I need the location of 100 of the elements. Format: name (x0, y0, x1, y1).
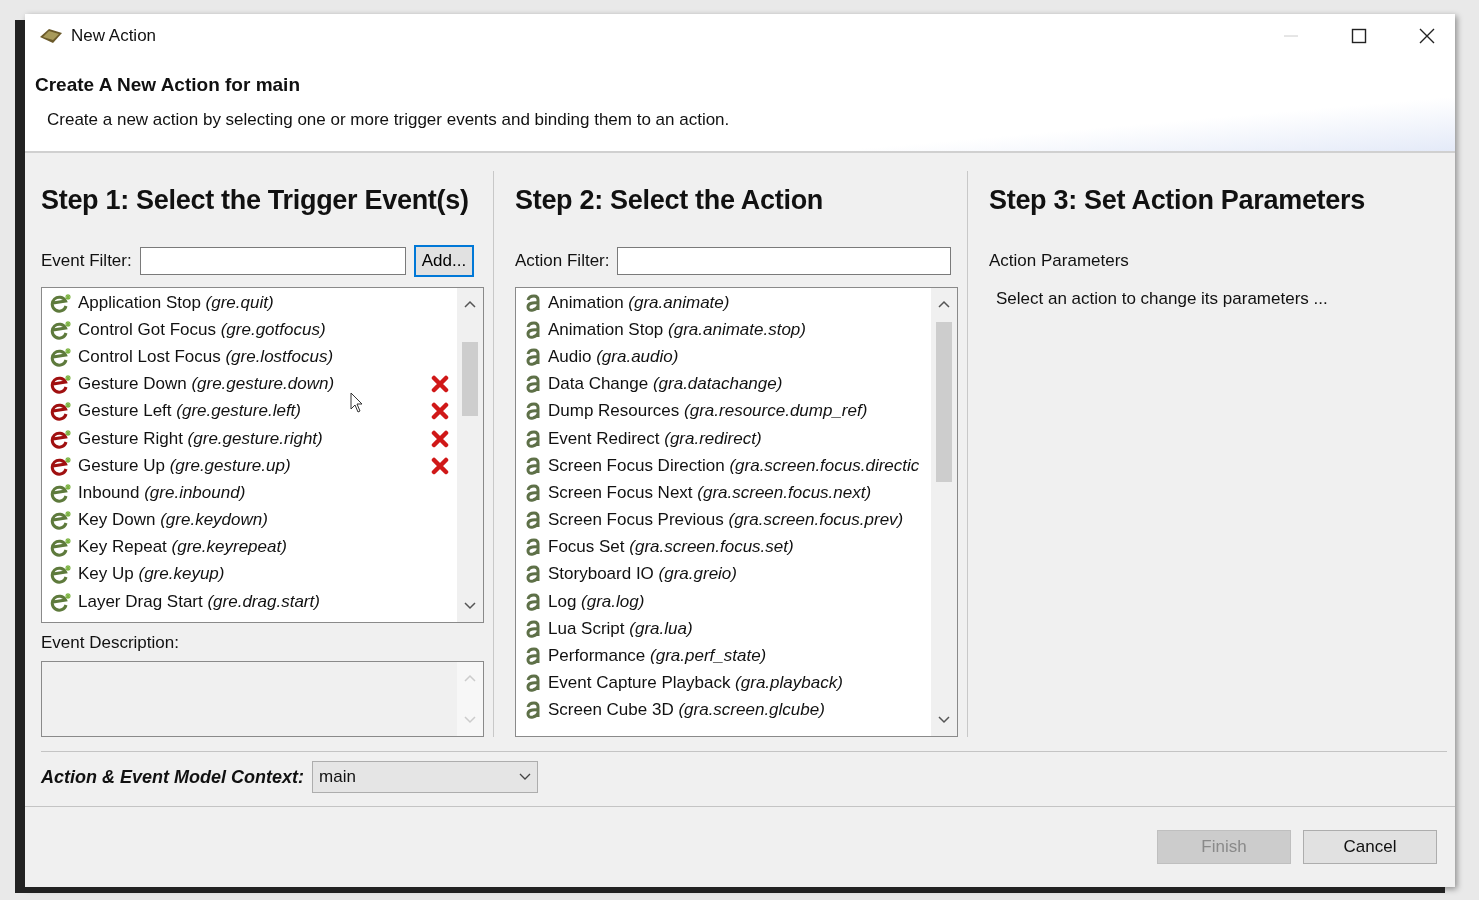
action-icon (524, 347, 542, 366)
event-name: Gesture Down (gre.gesture.down) (78, 374, 335, 395)
event-name: Gesture Up (gre.gesture.up) (78, 455, 291, 476)
action-name: Screen Cube 3D (gra.screen.glcube) (548, 700, 825, 721)
event-name: Application Stop (gre.quit) (78, 292, 274, 313)
step-heading: Step 2: Select the Action (515, 185, 825, 217)
action-item[interactable]: Focus Set (gra.screen.focus.set) (524, 533, 931, 561)
event-filter-field[interactable] (139, 247, 406, 275)
action-icon (524, 483, 542, 502)
event-item[interactable]: Control Got Focus (gre.gotfocus) (50, 316, 457, 344)
hint-text: Select an action to change its parameters ... (996, 289, 1329, 309)
remove-icon[interactable] (431, 429, 449, 448)
action-name: Audio (gra.audio) (548, 346, 679, 367)
section-label: Action Parameters (989, 251, 1130, 271)
action-item[interactable]: Screen Focus Previous (gra.screen.focus.prev) (524, 506, 931, 534)
event-name: Inbound (gre.inbound) (78, 482, 246, 503)
event-name: Gesture Left (gre.gesture.left) (78, 401, 301, 422)
action-icon (524, 293, 542, 312)
action-name: Data Change (gra.datachange) (548, 374, 783, 395)
remove-icon[interactable] (431, 402, 449, 421)
event-item[interactable]: Gesture Right (gre.gesture.right) (50, 424, 457, 453)
context-label: Action & Event Model Context: (41, 766, 304, 788)
chevron-down-icon (519, 773, 531, 781)
event-name: Gesture Right (gre.gesture.right) (78, 428, 323, 449)
action-name: Lua Script (gra.lua) (548, 618, 693, 639)
event-name: Control Lost Focus (gre.lostfocus) (78, 346, 334, 367)
action-icon (524, 538, 542, 557)
event-item[interactable]: Key Repeat (gre.keyrepeat) (50, 533, 457, 561)
action-name: Screen Focus Direction (gra.screen.focus.directic (548, 455, 920, 476)
action-name: Screen Focus Previous (gra.screen.focus.prev) (548, 510, 904, 531)
action-name: Animation Stop (gra.animate.stop) (548, 319, 806, 340)
action-name: Screen Focus Next (gra.screen.focus.next) (548, 482, 872, 503)
dialog-button[interactable]: Cancel (1303, 830, 1437, 864)
event-item[interactable]: Gesture Down (gre.gesture.down) (50, 370, 457, 398)
description-label: Event Description: (41, 633, 180, 653)
event-name: Layer Drag Start (gre.drag.start) (78, 591, 320, 612)
action-name: Event Redirect (gra.redirect) (548, 428, 762, 449)
action-item[interactable]: Event Capture Playback (gra.playback) (524, 669, 931, 697)
action-icon (524, 456, 542, 475)
filter-label: Action Filter: (515, 251, 610, 271)
event-name: Key Up (gre.keyup) (78, 564, 225, 585)
action-item[interactable]: Audio (gra.audio) (524, 343, 931, 371)
filter-label: Event Filter: (41, 251, 132, 271)
step-heading: Step 1: Select the Trigger Event(s) (41, 185, 470, 217)
action-name: Storyboard IO (gra.greio) (548, 564, 737, 585)
context-dropdown[interactable]: main (312, 761, 538, 793)
action-item[interactable]: Event Redirect (gra.redirect) (524, 424, 931, 453)
event-item[interactable]: Gesture Up (gre.gesture.up) (50, 452, 457, 480)
dialog-description: Create a new action by selecting one or more trigger events and binding them to an action. (47, 110, 731, 130)
action-icon (524, 592, 542, 611)
action-item[interactable]: Dump Resources (gra.resource.dump_ref) (524, 397, 931, 425)
event-item[interactable]: Application Stop (gre.quit) (50, 289, 457, 317)
window-title: New Action (71, 26, 157, 46)
action-icon (524, 320, 542, 339)
action-item[interactable]: Performance (gra.perf_state) (524, 642, 931, 670)
action-item[interactable]: Log (gra.log) (524, 588, 931, 616)
event-item[interactable]: Key Up (gre.keyup) (50, 560, 457, 589)
action-item[interactable]: Data Change (gra.datachange) (524, 370, 931, 398)
action-icon (524, 402, 542, 421)
event-item[interactable]: Layer Drag Start (gre.drag.start) (50, 588, 457, 616)
scroll-thumb[interactable] (462, 342, 478, 416)
action-item[interactable]: Screen Focus Next (gra.screen.focus.next) (524, 479, 931, 507)
maximize-icon[interactable] (1351, 28, 1367, 44)
event-item[interactable]: Inbound (gre.inbound) (50, 479, 457, 507)
action-icon (524, 565, 542, 584)
action-item[interactable]: Screen Focus Direction (gra.screen.focus.directic (524, 452, 931, 480)
event-item[interactable]: Control Lost Focus (gre.lostfocus) (50, 343, 457, 371)
action-icon (524, 619, 542, 638)
event-name: Key Repeat (gre.keyrepeat) (78, 537, 287, 558)
event-name: Control Got Focus (gre.gotfocus) (78, 319, 326, 340)
remove-icon[interactable] (431, 456, 449, 475)
action-name: Event Capture Playback (gra.playback) (548, 673, 843, 694)
book-icon (39, 27, 63, 45)
step-heading: Step 3: Set Action Parameters (989, 185, 1366, 217)
dialog-heading: Create A New Action for main (35, 74, 301, 96)
action-name: Dump Resources (gra.resource.dump_ref) (548, 401, 868, 422)
action-item[interactable]: Storyboard IO (gra.greio) (524, 560, 931, 589)
action-name: Performance (gra.perf_state) (548, 646, 767, 667)
action-item[interactable]: Screen Cube 3D (gra.screen.glcube) (524, 696, 931, 724)
action-item[interactable]: Animation Stop (gra.animate.stop) (524, 316, 931, 344)
event-item[interactable]: Key Down (gre.keydown) (50, 506, 457, 534)
action-icon (524, 511, 542, 530)
action-icon (524, 674, 542, 693)
close-icon[interactable] (1419, 28, 1435, 44)
scroll-thumb[interactable] (936, 322, 952, 482)
action-name: Focus Set (gra.screen.focus.set) (548, 537, 794, 558)
action-icon (524, 701, 542, 720)
action-icon (524, 647, 542, 666)
action-item[interactable]: Lua Script (gra.lua) (524, 615, 931, 643)
scrollbar[interactable] (457, 288, 483, 622)
event-item[interactable]: Gesture Left (gre.gesture.left) (50, 397, 457, 425)
event-name: Key Down (gre.keydown) (78, 510, 268, 531)
action-item[interactable]: Animation (gra.animate) (524, 289, 931, 317)
pointer-icon (350, 392, 364, 414)
action-filter-field[interactable] (617, 247, 952, 275)
remove-icon[interactable] (431, 375, 449, 394)
action-icon (524, 375, 542, 394)
add-button[interactable]: Add... (413, 245, 475, 277)
action-name: Animation (gra.animate) (548, 292, 730, 313)
scrollbar[interactable] (931, 288, 957, 736)
